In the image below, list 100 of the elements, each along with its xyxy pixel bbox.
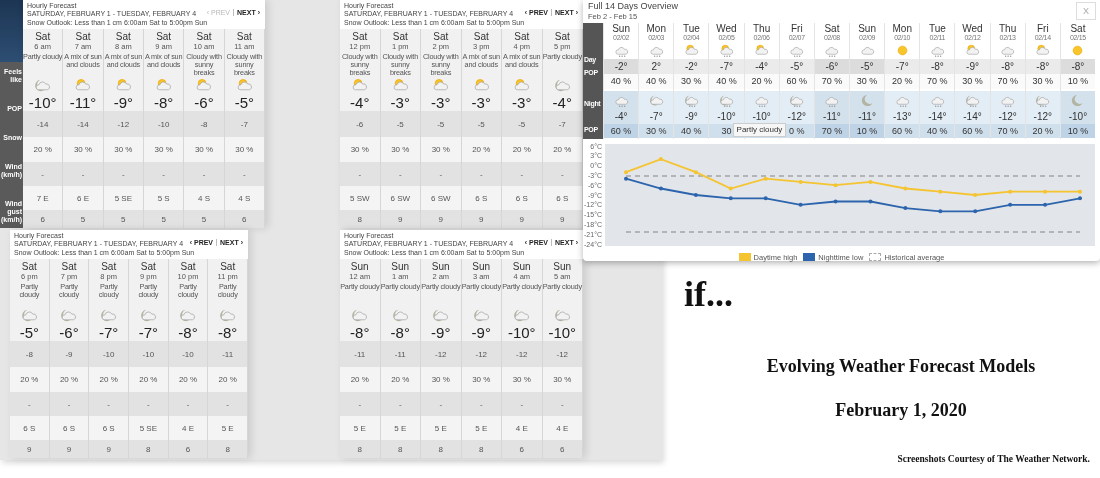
pop-value: 60 % [885, 124, 920, 138]
table-cell: -6 [340, 111, 380, 137]
window-title: Full 14 Days Overview [588, 1, 680, 12]
night-temperature: -12° [1032, 110, 1053, 124]
temperature: -7° [138, 324, 158, 341]
table-cell: -8 [184, 111, 224, 137]
table-cell: 9 [10, 440, 49, 458]
table-cell: -12 [542, 341, 582, 367]
pop-value: 20 % [744, 74, 779, 89]
table-cell: 5 [144, 210, 184, 228]
table-cell: - [542, 392, 582, 416]
day-label: Sat [21, 261, 37, 272]
table-cell: 8 [340, 210, 380, 228]
day-label: Thu [752, 23, 772, 34]
day-temperature: -5° [850, 59, 885, 74]
table-cell: -10 [144, 111, 184, 137]
temperature: -7° [99, 324, 119, 341]
table-cell: -11 [380, 341, 420, 367]
pop-value: 60 % [955, 124, 990, 138]
table-cell: - [49, 392, 89, 416]
temperature: -9° [431, 324, 451, 341]
temperature: -8° [154, 94, 174, 111]
table-cell: - [421, 162, 461, 186]
table-cell: 6 [168, 440, 208, 458]
day-temperature: -7° [885, 59, 920, 74]
night-temperature: -13° [892, 110, 913, 124]
day-label: Sun [857, 23, 877, 34]
table-cell: - [502, 162, 542, 186]
pop-value: 10 % [850, 124, 885, 138]
table-cell: 9 [49, 440, 89, 458]
day-label: Wed [961, 23, 984, 34]
table-cell: 6 [224, 210, 264, 228]
night-temperature: -10° [1067, 110, 1089, 124]
temperature: -11° [69, 94, 97, 111]
temperature: -9° [113, 94, 133, 111]
table-cell: -11 [208, 341, 247, 367]
day-label: Sat [101, 261, 117, 272]
pop-value: 20 % [885, 74, 920, 89]
pop-value: 40 % [920, 124, 955, 138]
table-cell: - [103, 162, 143, 186]
temperature: -3° [431, 94, 451, 111]
day-label: Sat [473, 31, 489, 42]
day-label: Sat [61, 261, 77, 272]
day-label: Sat [115, 31, 131, 42]
temperature: -6° [59, 324, 79, 341]
day-label: Sun [512, 261, 531, 272]
table-cell: 8 [129, 440, 168, 458]
day-label: Sat [236, 31, 252, 42]
night-temperature: -9° [683, 110, 699, 124]
temperature: -3° [390, 94, 410, 111]
temperature: -6° [194, 94, 214, 111]
day-label: Sat [823, 23, 841, 34]
table-cell: -12 [421, 341, 461, 367]
table-cell: - [502, 392, 542, 416]
table-cell: - [421, 392, 461, 416]
night-temperature: -12° [997, 110, 1018, 124]
table-cell: - [208, 392, 247, 416]
pop-value: 30 % [674, 74, 709, 89]
pop-value: 70 % [814, 124, 849, 138]
table-cell: 8 [208, 440, 247, 458]
pop-value: 20 % [1025, 124, 1060, 138]
pop-value: 40 % [639, 74, 674, 89]
table-cell: 9 [380, 210, 420, 228]
pop-value: 40 % [604, 74, 639, 89]
temperature: -8° [178, 324, 198, 341]
day-label: Sat [156, 31, 172, 42]
temperature: -3° [471, 94, 491, 111]
day-label: Sat [220, 261, 236, 272]
temperature: -8° [350, 324, 370, 341]
night-temperature: -10° [716, 110, 737, 124]
table-cell: -12 [502, 341, 542, 367]
table-cell: -8 [10, 341, 49, 367]
day-temperature: 2° [639, 59, 674, 74]
table-cell: -12 [461, 341, 501, 367]
day-label: Sun [391, 261, 410, 272]
pop-value: 30 % [850, 74, 885, 89]
table-cell: - [340, 162, 380, 186]
table-cell: 9 [542, 210, 582, 228]
day-label: Sun [611, 23, 631, 34]
temperature: -9° [471, 324, 491, 341]
table-cell: - [461, 162, 501, 186]
day-label: Fri [789, 23, 804, 34]
pop-value: 70 % [920, 74, 955, 89]
day-label: Thu [998, 23, 1018, 34]
night-temperature: -14° [962, 110, 983, 124]
table-cell: -14 [23, 111, 63, 137]
table-cell: - [380, 392, 420, 416]
day-label: Mon [645, 23, 667, 34]
table-cell: -7 [224, 111, 264, 137]
temperature: -10° [548, 324, 577, 341]
temperature: -8° [390, 324, 410, 341]
table-cell: - [184, 162, 224, 186]
table-cell: - [380, 162, 420, 186]
table-cell: - [542, 162, 582, 186]
day-label: Sat [554, 31, 570, 42]
day-label: Sat [140, 261, 156, 272]
table-cell: -9 [49, 341, 89, 367]
table-cell: 8 [421, 440, 461, 458]
temperature: -8° [218, 324, 238, 341]
table-cell: 5 [63, 210, 103, 228]
